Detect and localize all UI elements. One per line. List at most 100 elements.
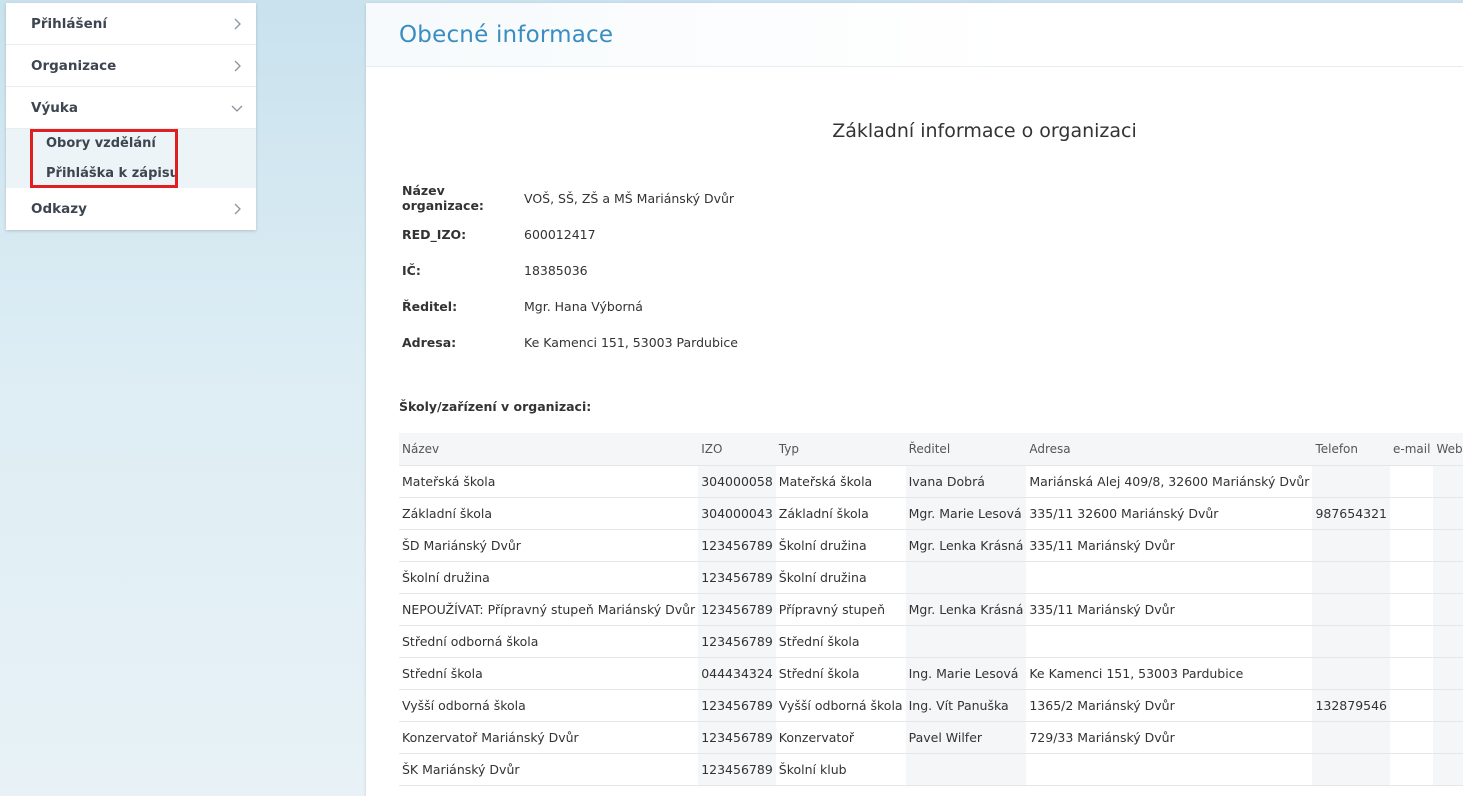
cell-phone: [1312, 625, 1391, 658]
cell-phone: 132879546: [1312, 689, 1391, 722]
cell-director: Mgr. Marie Lesová: [905, 497, 1027, 530]
table-row: ŠD Mariánský Dvůr 123456789 Školní družina…: [399, 529, 1463, 562]
cell-type: Mateřská škola: [775, 465, 906, 498]
cell-website: [1433, 657, 1463, 690]
cell-name: NEPOUŽÍVAT: Přípravný stupeň Mariánský D…: [399, 593, 699, 626]
sidebar: Přihlášení Organizace Výuka Obory vzdělá…: [6, 3, 256, 230]
submenu-item-prihlaska-k-zapisu[interactable]: Přihláška k zápisu: [6, 159, 256, 189]
cell-email: [1390, 529, 1434, 562]
cell-email: [1390, 721, 1434, 754]
info-value: 18385036: [524, 262, 588, 278]
cell-phone: [1312, 561, 1391, 594]
cell-izo: 123456789: [698, 561, 776, 594]
table-header-row: Název IZO Typ Ředitel Adresa Telefon e-m…: [399, 433, 1463, 466]
sidebar-submenu-vyuka: Obory vzdělání Přihláška k zápisu: [6, 129, 256, 188]
cell-phone: [1312, 593, 1391, 626]
cell-email: [1390, 561, 1434, 594]
main-panel: Obecné informace Základní informace o or…: [366, 3, 1463, 796]
schools-title: Školy/zařízení v organizaci:: [399, 399, 592, 414]
info-value: Mgr. Hana Výborná: [524, 298, 643, 314]
table-row: Konzervatoř Mariánský Dvůr 123456789 Konze…: [399, 721, 1463, 754]
cell-website: [1433, 689, 1463, 722]
cell-izo: 123456789: [698, 625, 776, 658]
submenu-item-label: Přihláška k zápisu: [46, 165, 179, 181]
cell-izo: 304000058: [698, 465, 776, 498]
cell-email: [1390, 593, 1434, 626]
cell-director: Mgr. Lenka Krásná: [905, 593, 1027, 626]
column-header-email: e-mail: [1390, 433, 1434, 466]
cell-name: Střední odborná škola: [399, 625, 699, 658]
cell-izo: 304000043: [698, 497, 776, 530]
cell-izo: 044434324: [698, 657, 776, 690]
section-title: Základní informace o organizaci: [832, 120, 1137, 142]
cell-website: [1433, 465, 1463, 498]
cell-director: Ing. Vít Panuška: [905, 689, 1027, 722]
submenu-item-label: Obory vzdělání: [46, 136, 156, 152]
cell-email: [1390, 497, 1434, 530]
info-label: IČ:: [402, 262, 421, 278]
cell-phone: 987654321: [1312, 497, 1391, 530]
panel-header: Obecné informace: [366, 3, 1463, 67]
info-row-ic: IČ: 18385036: [402, 252, 738, 288]
info-value: Ke Kamenci 151, 53003 Pardubice: [524, 334, 738, 350]
column-header-izo: IZO: [698, 433, 776, 466]
sidebar-item-odkazy[interactable]: Odkazy: [6, 188, 256, 230]
sidebar-item-vyuka[interactable]: Výuka: [6, 87, 256, 129]
column-header-director: Ředitel: [905, 433, 1027, 466]
schools-table-body: Mateřská škola 304000058 Mateřská škola Iva…: [399, 465, 1463, 786]
table-row: Střední škola 044434324 Střední škola Ing. …: [399, 657, 1463, 690]
schools-table: Název IZO Typ Ředitel Adresa Telefon e-m…: [399, 433, 1463, 786]
table-row: Školní družina 123456789 Školní družina: [399, 561, 1463, 594]
cell-type: Školní klub: [775, 753, 906, 786]
chevron-right-icon: [228, 200, 246, 218]
submenu-item-obory-vzdelani[interactable]: Obory vzdělání: [6, 129, 256, 159]
cell-phone: [1312, 529, 1391, 562]
cell-director: [905, 753, 1027, 786]
table-row: Vyšší odborná škola 123456789 Vyšší odborn…: [399, 689, 1463, 722]
cell-name: Mateřská škola: [399, 465, 699, 498]
cell-address: Ke Kamenci 151, 53003 Pardubice: [1026, 657, 1313, 690]
cell-director: Ivana Dobrá: [905, 465, 1027, 498]
cell-director: [905, 561, 1027, 594]
sidebar-item-prihlaseni[interactable]: Přihlášení: [6, 3, 256, 45]
column-header-name: Název: [399, 433, 699, 466]
info-row-address: Adresa: Ke Kamenci 151, 53003 Pardubice: [402, 324, 738, 360]
info-row-name: Název organizace: VOŠ, SŠ, ZŠ a MŠ Mariá…: [402, 180, 738, 216]
info-label: Ředitel:: [402, 298, 458, 314]
cell-type: Vyšší odborná škola: [775, 689, 906, 722]
info-label: Adresa:: [402, 334, 457, 350]
cell-name: ŠD Mariánský Dvůr: [399, 529, 699, 562]
cell-address: [1026, 561, 1313, 594]
cell-website: [1433, 625, 1463, 658]
info-row-redizo: RED_IZO: 600012417: [402, 216, 738, 252]
cell-phone: [1312, 753, 1391, 786]
cell-address: 335/11 Mariánský Dvůr: [1026, 593, 1313, 626]
table-row: Střední odborná škola 123456789 Střední šk…: [399, 625, 1463, 658]
sidebar-item-label: Přihlášení: [31, 15, 107, 32]
cell-address: 729/33 Mariánský Dvůr: [1026, 721, 1313, 754]
cell-address: Mariánská Alej 409/8, 32600 Mariánský Dv…: [1026, 465, 1313, 498]
cell-email: [1390, 657, 1434, 690]
cell-name: Školní družina: [399, 561, 699, 594]
sidebar-item-label: Odkazy: [31, 201, 87, 217]
table-row: ŠK Mariánský Dvůr 123456789 Školní klub: [399, 753, 1463, 786]
cell-phone: [1312, 465, 1391, 498]
cell-website: [1433, 721, 1463, 754]
cell-izo: 123456789: [698, 689, 776, 722]
cell-izo: 123456789: [698, 721, 776, 754]
cell-name: Střední škola: [399, 657, 699, 690]
cell-type: Přípravný stupeň: [775, 593, 906, 626]
chevron-right-icon: [228, 57, 246, 75]
sidebar-item-label: Organizace: [31, 57, 117, 74]
sidebar-item-organizace[interactable]: Organizace: [6, 45, 256, 87]
cell-izo: 123456789: [698, 529, 776, 562]
column-header-phone: Telefon: [1312, 433, 1391, 466]
info-label: Název organizace:: [402, 183, 484, 213]
cell-address: [1026, 753, 1313, 786]
cell-address: [1026, 625, 1313, 658]
cell-type: Školní družina: [775, 529, 906, 562]
cell-name: Základní škola: [399, 497, 699, 530]
cell-director: Mgr. Lenka Krásná: [905, 529, 1027, 562]
cell-phone: [1312, 721, 1391, 754]
cell-address: 335/11 Mariánský Dvůr: [1026, 529, 1313, 562]
